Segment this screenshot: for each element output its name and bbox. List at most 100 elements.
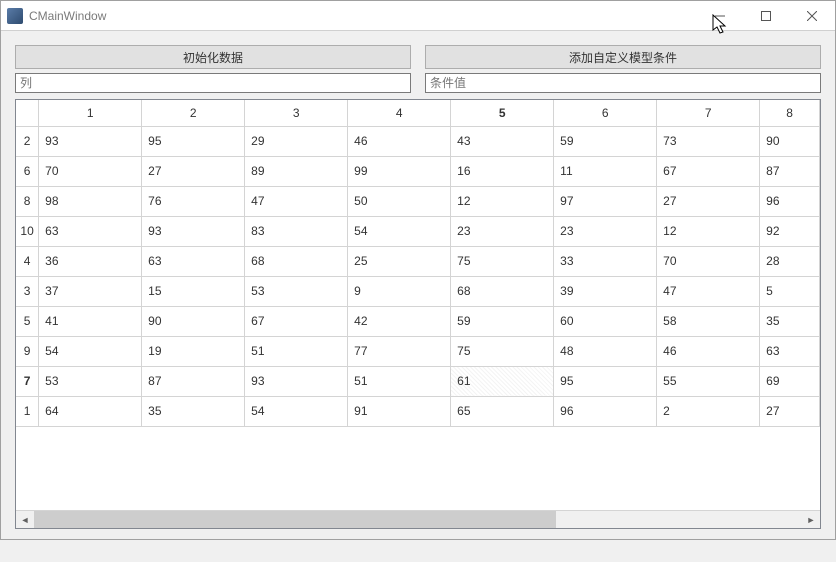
- table-cell[interactable]: 65: [451, 396, 554, 426]
- table-cell[interactable]: 91: [348, 396, 451, 426]
- table-cell[interactable]: 61: [451, 366, 554, 396]
- table-cell[interactable]: 59: [554, 126, 657, 156]
- table-cell[interactable]: 9: [348, 276, 451, 306]
- table-cell[interactable]: 12: [657, 216, 760, 246]
- row-header[interactable]: 1: [16, 396, 39, 426]
- table-cell[interactable]: 48: [554, 336, 657, 366]
- table-cell[interactable]: 58: [657, 306, 760, 336]
- table-cell[interactable]: 96: [760, 186, 820, 216]
- table-cell[interactable]: 23: [451, 216, 554, 246]
- col-header[interactable]: 8: [760, 100, 820, 126]
- table-cell[interactable]: 47: [245, 186, 348, 216]
- table-cell[interactable]: 50: [348, 186, 451, 216]
- col-header[interactable]: 5: [451, 100, 554, 126]
- table-cell[interactable]: 98: [39, 186, 142, 216]
- row-header[interactable]: 10: [16, 216, 39, 246]
- table-cell[interactable]: 75: [451, 246, 554, 276]
- table-cell[interactable]: 36: [39, 246, 142, 276]
- table-cell[interactable]: 27: [142, 156, 245, 186]
- table-cell[interactable]: 12: [451, 186, 554, 216]
- table-cell[interactable]: 28: [760, 246, 820, 276]
- table-cell[interactable]: 19: [142, 336, 245, 366]
- row-header[interactable]: 2: [16, 126, 39, 156]
- table-cell[interactable]: 69: [760, 366, 820, 396]
- row-header[interactable]: 6: [16, 156, 39, 186]
- table-cell[interactable]: 46: [348, 126, 451, 156]
- maximize-button[interactable]: [743, 1, 789, 31]
- table-cell[interactable]: 76: [142, 186, 245, 216]
- table-cell[interactable]: 60: [554, 306, 657, 336]
- table-cell[interactable]: 90: [760, 126, 820, 156]
- table-cell[interactable]: 42: [348, 306, 451, 336]
- col-header[interactable]: 1: [39, 100, 142, 126]
- table-cell[interactable]: 55: [657, 366, 760, 396]
- col-header[interactable]: 3: [245, 100, 348, 126]
- table-cell[interactable]: 27: [760, 396, 820, 426]
- table-cell[interactable]: 39: [554, 276, 657, 306]
- table-cell[interactable]: 54: [245, 396, 348, 426]
- table-cell[interactable]: 35: [760, 306, 820, 336]
- column-input[interactable]: [15, 73, 411, 93]
- table-cell[interactable]: 93: [39, 126, 142, 156]
- table-cell[interactable]: 95: [142, 126, 245, 156]
- table-cell[interactable]: 59: [451, 306, 554, 336]
- data-table[interactable]: 1 2 3 4 5 6 7 8 293952946435973906702789…: [16, 100, 820, 427]
- row-header[interactable]: 3: [16, 276, 39, 306]
- add-condition-button[interactable]: 添加自定义模型条件: [425, 45, 821, 69]
- table-cell[interactable]: 93: [142, 216, 245, 246]
- table-cell[interactable]: 54: [39, 336, 142, 366]
- table-cell[interactable]: 25: [348, 246, 451, 276]
- table-cell[interactable]: 99: [348, 156, 451, 186]
- table-cell[interactable]: 51: [348, 366, 451, 396]
- scroll-left-arrow[interactable]: ◄: [16, 511, 34, 528]
- scroll-track[interactable]: [34, 511, 802, 528]
- table-cell[interactable]: 63: [39, 216, 142, 246]
- table-cell[interactable]: 67: [245, 306, 348, 336]
- table-cell[interactable]: 41: [39, 306, 142, 336]
- row-header[interactable]: 9: [16, 336, 39, 366]
- table-cell[interactable]: 35: [142, 396, 245, 426]
- table-cell[interactable]: 67: [657, 156, 760, 186]
- table-cell[interactable]: 90: [142, 306, 245, 336]
- table-cell[interactable]: 68: [451, 276, 554, 306]
- row-header[interactable]: 4: [16, 246, 39, 276]
- table-cell[interactable]: 53: [245, 276, 348, 306]
- table-cell[interactable]: 73: [657, 126, 760, 156]
- table-cell[interactable]: 23: [554, 216, 657, 246]
- table-cell[interactable]: 92: [760, 216, 820, 246]
- table-cell[interactable]: 54: [348, 216, 451, 246]
- table-cell[interactable]: 16: [451, 156, 554, 186]
- table-cell[interactable]: 93: [245, 366, 348, 396]
- table-cell[interactable]: 96: [554, 396, 657, 426]
- table-cell[interactable]: 83: [245, 216, 348, 246]
- table-cell[interactable]: 63: [142, 246, 245, 276]
- table-cell[interactable]: 15: [142, 276, 245, 306]
- table-cell[interactable]: 95: [554, 366, 657, 396]
- col-header[interactable]: 6: [554, 100, 657, 126]
- table-cell[interactable]: 70: [39, 156, 142, 186]
- table-cell[interactable]: 97: [554, 186, 657, 216]
- table-cell[interactable]: 5: [760, 276, 820, 306]
- row-header[interactable]: 7: [16, 366, 39, 396]
- init-data-button[interactable]: 初始化数据: [15, 45, 411, 69]
- row-header[interactable]: 8: [16, 186, 39, 216]
- table-cell[interactable]: 11: [554, 156, 657, 186]
- col-header[interactable]: 4: [348, 100, 451, 126]
- table-cell[interactable]: 75: [451, 336, 554, 366]
- table-cell[interactable]: 37: [39, 276, 142, 306]
- col-header[interactable]: 2: [142, 100, 245, 126]
- scroll-right-arrow[interactable]: ►: [802, 511, 820, 528]
- table-cell[interactable]: 70: [657, 246, 760, 276]
- horizontal-scrollbar[interactable]: ◄ ►: [16, 510, 820, 528]
- table-cell[interactable]: 46: [657, 336, 760, 366]
- table-cell[interactable]: 53: [39, 366, 142, 396]
- table-cell[interactable]: 63: [760, 336, 820, 366]
- table-cell[interactable]: 77: [348, 336, 451, 366]
- table-cell[interactable]: 64: [39, 396, 142, 426]
- condition-value-input[interactable]: [425, 73, 821, 93]
- table-cell[interactable]: 51: [245, 336, 348, 366]
- corner-header[interactable]: [16, 100, 39, 126]
- table-cell[interactable]: 29: [245, 126, 348, 156]
- table-cell[interactable]: 89: [245, 156, 348, 186]
- table-cell[interactable]: 2: [657, 396, 760, 426]
